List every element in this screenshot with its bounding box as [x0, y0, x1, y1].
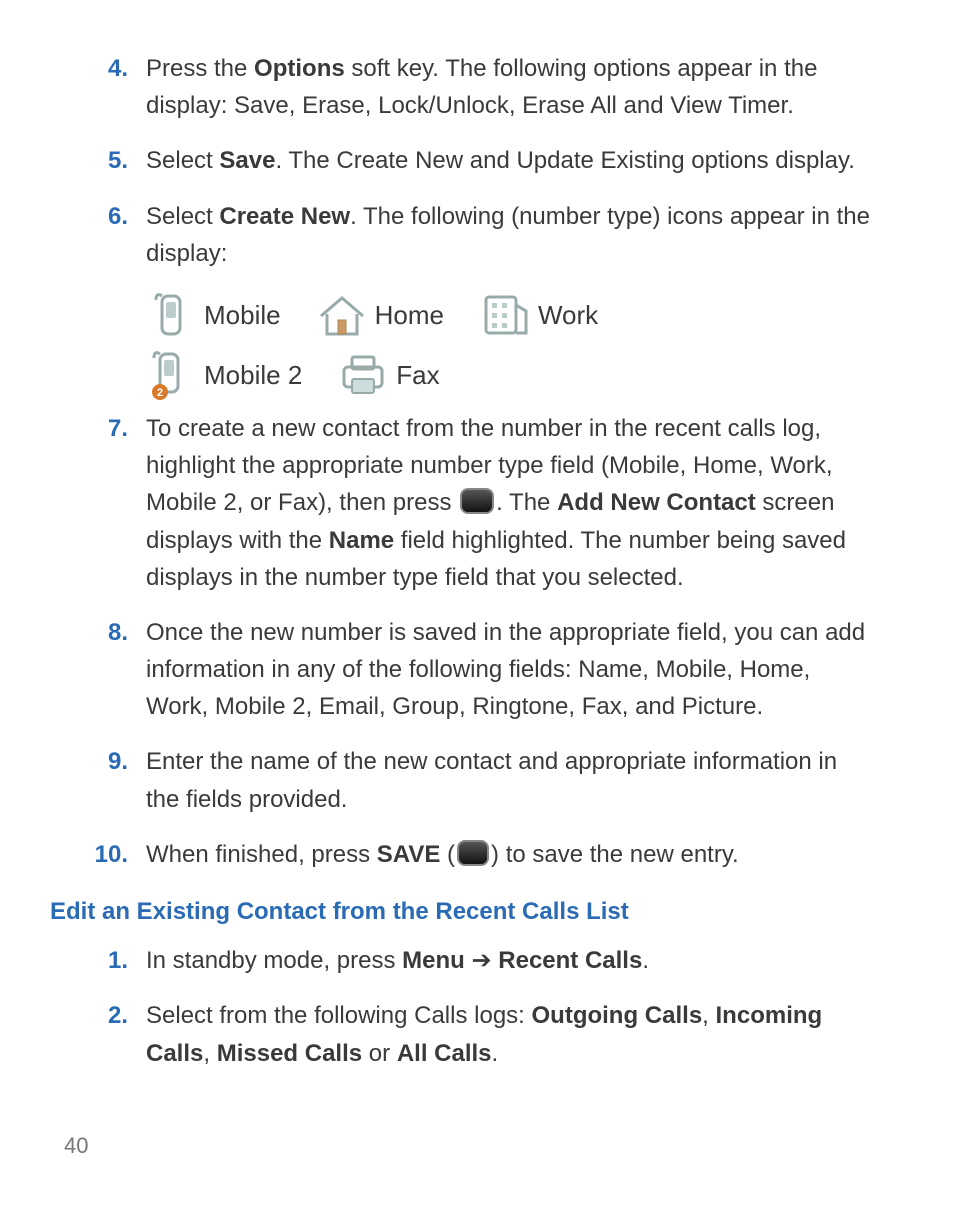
steps-list-cont: 7. To create a new contact from the numb…: [50, 410, 874, 873]
step-text: In standby mode, press Menu ➔ Recent Cal…: [146, 942, 874, 979]
step-number: 10.: [50, 836, 146, 873]
step-number: 9.: [50, 743, 146, 817]
work-icon: [480, 290, 530, 340]
icon-row-2: 2 Mobile 2 Fax: [146, 350, 874, 400]
icon-mobile2: 2 Mobile 2: [146, 350, 302, 400]
steps-list: 4. Press the Options soft key. The follo…: [50, 50, 874, 272]
step-number: 4.: [50, 50, 146, 124]
icon-label: Fax: [396, 355, 439, 395]
mobile-icon: [146, 290, 196, 340]
ok-key-icon: [460, 488, 494, 514]
step-number: 7.: [50, 410, 146, 596]
step-text: To create a new contact from the number …: [146, 410, 874, 596]
page-number: 40: [64, 1133, 88, 1159]
step-7: 7. To create a new contact from the numb…: [50, 410, 874, 596]
icon-work: Work: [480, 290, 598, 340]
step-2b: 2. Select from the following Calls logs:…: [50, 997, 874, 1071]
home-icon: [317, 290, 367, 340]
icon-row-1: Mobile Home Work: [146, 290, 874, 340]
fax-icon: [338, 350, 388, 400]
step-text: When finished, press SAVE () to save the…: [146, 836, 874, 873]
icon-fax: Fax: [338, 350, 439, 400]
icon-mobile: Mobile: [146, 290, 281, 340]
step-text: Once the new number is saved in the appr…: [146, 614, 874, 726]
step-number: 5.: [50, 142, 146, 179]
step-10: 10. When finished, press SAVE () to save…: [50, 836, 874, 873]
icon-label: Mobile 2: [204, 355, 302, 395]
svg-text:2: 2: [157, 387, 163, 399]
step-number: 6.: [50, 198, 146, 272]
step-number: 8.: [50, 614, 146, 726]
ok-key-icon: [457, 840, 489, 866]
icon-home: Home: [317, 290, 444, 340]
step-text: Enter the name of the new contact and ap…: [146, 743, 874, 817]
step-1b: 1. In standby mode, press Menu ➔ Recent …: [50, 942, 874, 979]
step-text: Select from the following Calls logs: Ou…: [146, 997, 874, 1071]
step-number: 1.: [50, 942, 146, 979]
step-text: Select Create New. The following (number…: [146, 198, 874, 272]
step-8: 8. Once the new number is saved in the a…: [50, 614, 874, 726]
manual-page: 4. Press the Options soft key. The follo…: [50, 50, 874, 1072]
steps-list-2: 1. In standby mode, press Menu ➔ Recent …: [50, 942, 874, 1072]
step-text: Press the Options soft key. The followin…: [146, 50, 874, 124]
icon-label: Work: [538, 295, 598, 335]
section-heading: Edit an Existing Contact from the Recent…: [50, 893, 874, 930]
icon-label: Home: [375, 295, 444, 335]
step-text: Select Save. The Create New and Update E…: [146, 142, 874, 179]
step-5: 5. Select Save. The Create New and Updat…: [50, 142, 874, 179]
number-type-icons: Mobile Home Work: [50, 290, 874, 400]
step-number: 2.: [50, 997, 146, 1071]
step-9: 9. Enter the name of the new contact and…: [50, 743, 874, 817]
icon-label: Mobile: [204, 295, 281, 335]
step-4: 4. Press the Options soft key. The follo…: [50, 50, 874, 124]
step-6: 6. Select Create New. The following (num…: [50, 198, 874, 272]
mobile2-icon: 2: [146, 350, 196, 400]
